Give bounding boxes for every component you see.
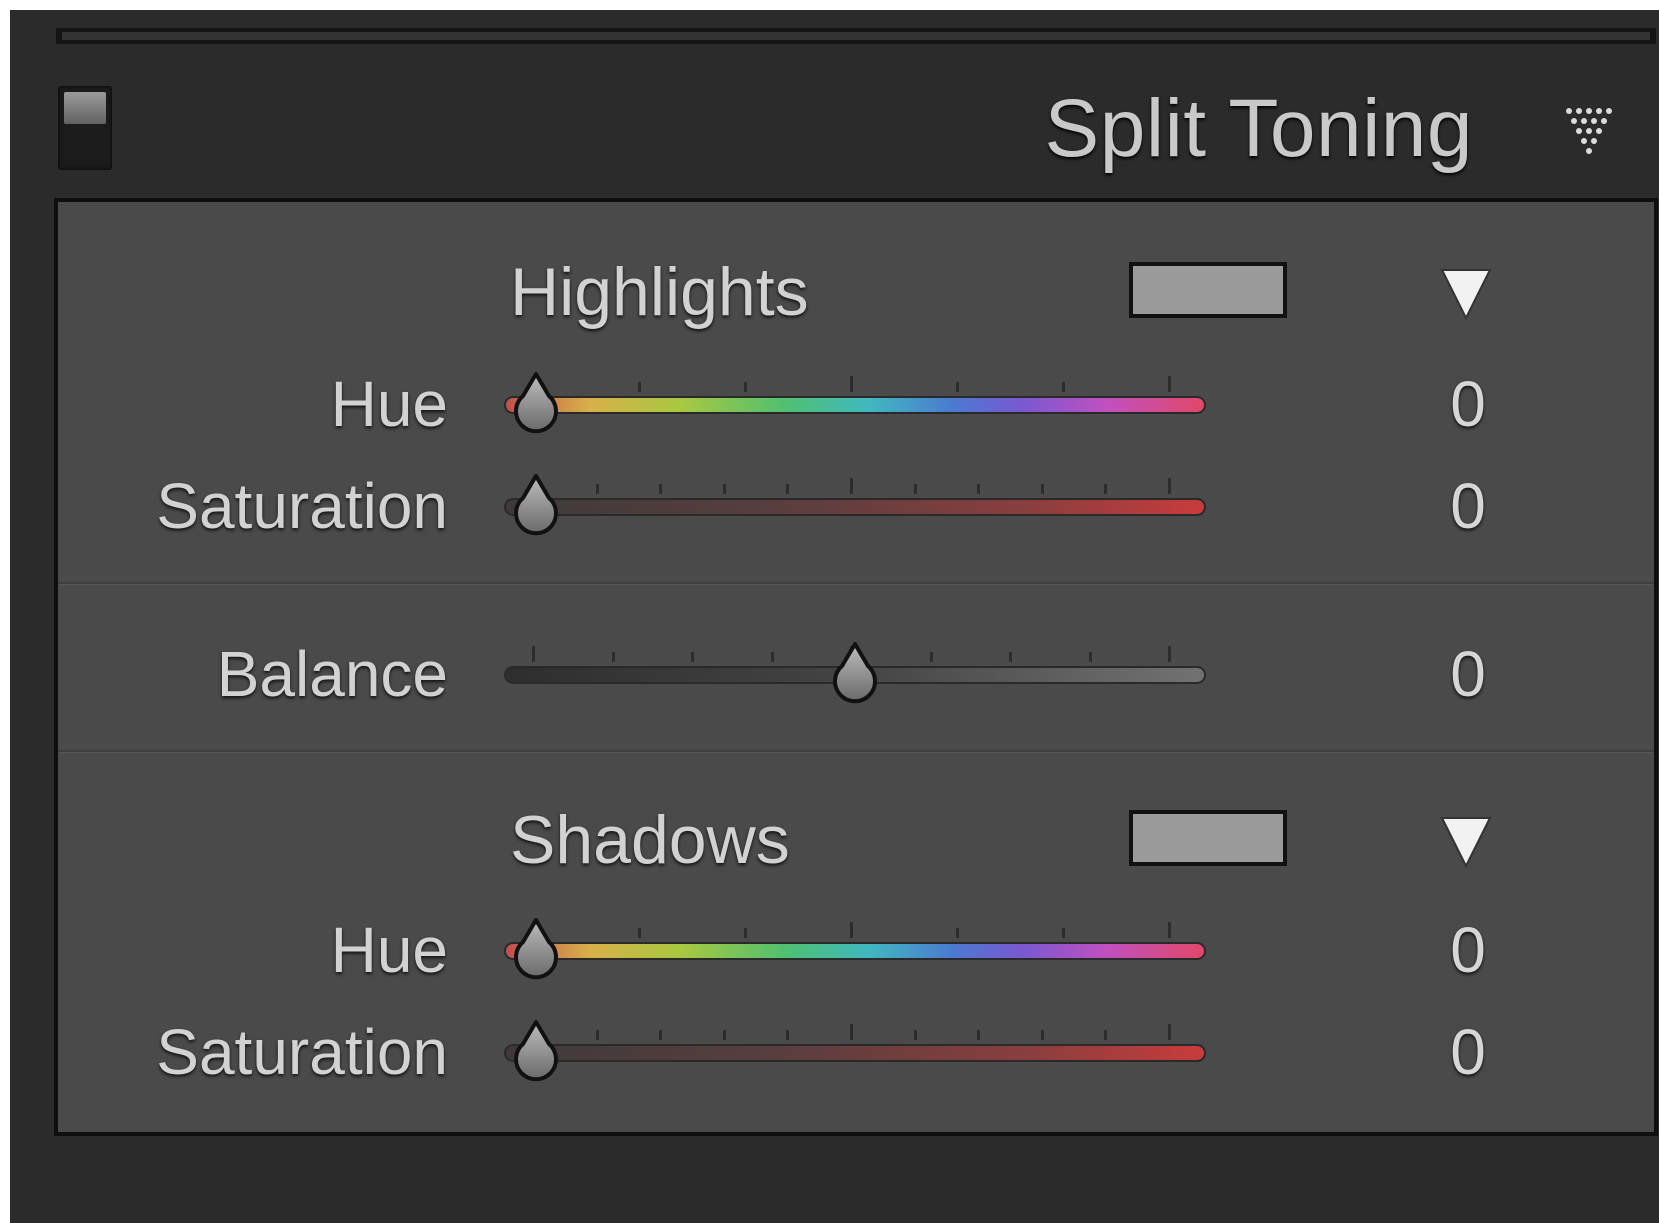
slider-tick	[1168, 1024, 1171, 1040]
slider-tick	[1062, 382, 1065, 392]
section-divider	[58, 750, 1654, 753]
panel-enable-toggle[interactable]	[58, 86, 112, 170]
slider-tick	[1040, 484, 1044, 494]
toggle-knob	[64, 92, 106, 124]
shadows-saturation-label: Saturation	[156, 1016, 448, 1088]
shadows-hue-label: Hue	[330, 914, 448, 986]
slider-tick	[913, 1030, 917, 1040]
slider-tick	[659, 484, 663, 494]
slider-tick	[595, 1030, 599, 1040]
shadows-color-swatch[interactable]	[1129, 810, 1287, 866]
highlights-saturation-slider-thumb[interactable]	[505, 474, 567, 540]
balance-slider-thumb[interactable]	[824, 642, 886, 708]
shadows-hue-slider-track[interactable]	[504, 942, 1206, 960]
slider-tick	[977, 1030, 981, 1040]
slider-tick	[611, 652, 615, 662]
slider-tick	[956, 928, 959, 938]
slider-thumb-icon	[514, 1020, 558, 1082]
slider-tick	[956, 382, 959, 392]
slider-tick	[977, 484, 981, 494]
slider-tick	[1168, 646, 1171, 662]
panel-menu-icon[interactable]	[1563, 105, 1623, 171]
slider-tick	[1088, 652, 1092, 662]
slider-thumb-icon	[514, 372, 558, 434]
slider-tick	[595, 484, 599, 494]
shadows-saturation-slider-track[interactable]	[504, 1044, 1206, 1062]
slider-tick	[1009, 652, 1012, 662]
split-toning-panel: Split Toning Highlights Hue 0 Saturation…	[10, 10, 1659, 1223]
highlights-saturation-value[interactable]: 0	[1428, 474, 1508, 538]
slider-tick	[722, 1030, 726, 1040]
panel-top-rule	[56, 28, 1656, 44]
highlights-hue-ticks	[532, 372, 1171, 392]
slider-tick	[786, 484, 790, 494]
slider-tick	[722, 484, 726, 494]
slider-tick	[1040, 1030, 1044, 1040]
slider-tick	[850, 1024, 853, 1040]
slider-tick	[850, 922, 853, 938]
shadows-disclosure-triangle-icon[interactable]	[1438, 814, 1494, 870]
balance-label: Balance	[216, 638, 448, 710]
highlights-saturation-ticks	[532, 474, 1171, 494]
shadows-hue-ticks	[532, 918, 1171, 938]
highlights-saturation-label: Saturation	[156, 470, 448, 542]
slider-tick	[638, 928, 641, 938]
slider-tick	[850, 478, 853, 494]
slider-tick	[913, 484, 917, 494]
slider-tick	[929, 652, 933, 662]
slider-tick	[744, 382, 747, 392]
section-divider	[58, 582, 1654, 585]
slider-tick	[659, 1030, 663, 1040]
highlights-color-swatch[interactable]	[1129, 262, 1287, 318]
shadows-saturation-slider-thumb[interactable]	[505, 1020, 567, 1086]
slider-tick	[1168, 478, 1171, 494]
slider-thumb-icon	[514, 474, 558, 536]
highlights-hue-slider-thumb[interactable]	[505, 372, 567, 438]
highlights-disclosure-triangle-icon[interactable]	[1438, 266, 1494, 322]
slider-tick	[691, 652, 694, 662]
highlights-hue-value[interactable]: 0	[1428, 372, 1508, 436]
panel-title[interactable]: Split Toning	[1045, 82, 1473, 176]
slider-tick	[744, 928, 747, 938]
slider-tick	[1104, 1030, 1108, 1040]
balance-value[interactable]: 0	[1428, 642, 1508, 706]
shadows-saturation-value[interactable]: 0	[1428, 1020, 1508, 1084]
shadows-saturation-ticks	[532, 1020, 1171, 1040]
slider-tick	[638, 382, 641, 392]
slider-tick	[532, 646, 535, 662]
slider-tick	[1062, 928, 1065, 938]
slider-thumb-icon	[833, 642, 877, 704]
highlights-saturation-slider-track[interactable]	[504, 498, 1206, 516]
shadows-hue-slider-thumb[interactable]	[505, 918, 567, 984]
slider-tick	[1168, 376, 1171, 392]
highlights-hue-label: Hue	[330, 368, 448, 440]
slider-tick	[850, 376, 853, 392]
slider-tick	[1104, 484, 1108, 494]
shadows-heading: Shadows	[510, 802, 790, 878]
slider-thumb-icon	[514, 918, 558, 980]
slider-tick	[786, 1030, 790, 1040]
slider-tick	[770, 652, 774, 662]
split-toning-body: Highlights Hue 0 Saturation 0 Balance 0 …	[54, 198, 1658, 1136]
slider-tick	[1168, 922, 1171, 938]
highlights-heading: Highlights	[510, 254, 809, 330]
shadows-hue-value[interactable]: 0	[1428, 918, 1508, 982]
highlights-hue-slider-track[interactable]	[504, 396, 1206, 414]
